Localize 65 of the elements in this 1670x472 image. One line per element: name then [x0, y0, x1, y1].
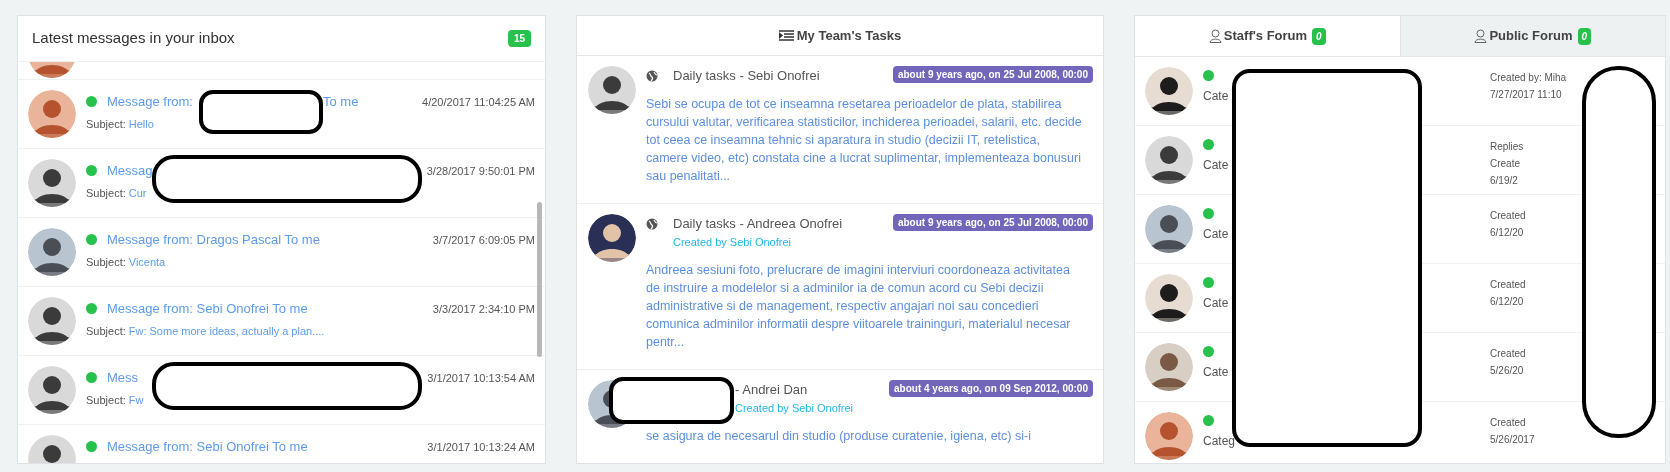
message-date: 3/28/2017 9:50:01 PM — [426, 164, 535, 179]
post-meta: 6/19/2 — [1490, 174, 1519, 188]
creator-link[interactable]: Created by Sebi Onofrei — [735, 402, 854, 414]
sender-link[interactable]: Message from: Dragos Pascal To me — [107, 230, 320, 250]
category-label: Cate — [1203, 157, 1230, 174]
subject-link[interactable]: Hello — [128, 115, 154, 132]
count-badge: 0 — [1312, 27, 1326, 45]
date-badge: about 9 years ago, on 25 Jul 2008, 00:00 — [892, 214, 1093, 231]
subject-label: Subject: — [86, 185, 126, 201]
post-meta: 5/26/2017 — [1490, 433, 1536, 447]
category-label: Cate — [1203, 364, 1230, 381]
sender-link[interactable]: Messag — [107, 161, 153, 181]
message-date: 3/1/2017 10:13:24 AM — [427, 440, 535, 455]
message-date: 3/1/2017 10:13:54 AM — [427, 371, 535, 386]
subject-link[interactable]: Cur — [128, 184, 147, 201]
post-meta: Replies — [1490, 140, 1525, 154]
list-icon — [778, 30, 794, 41]
user-icon — [1474, 29, 1488, 43]
forum-tab[interactable]: Public Forum 0 — [1399, 16, 1665, 56]
message-date: 3/7/2017 6:09:05 PM — [432, 233, 535, 248]
count-badge: 15 — [507, 30, 531, 47]
panel-title: Latest messages in your inbox — [32, 28, 235, 49]
subject-link[interactable]: Fw — [128, 391, 144, 408]
post-meta: Created — [1490, 209, 1527, 223]
user-icon — [1208, 29, 1222, 43]
message-date: 4/20/2017 11:04:25 AM — [422, 95, 535, 110]
category-label: Categ — [1203, 433, 1237, 450]
post-meta: Created — [1490, 278, 1527, 292]
sender-link[interactable]: Mess — [107, 368, 139, 388]
message-date: 3/3/2017 2:34:10 PM — [432, 302, 535, 317]
subject-link[interactable]: Fw: Some more ideas, actually a plan.... — [128, 322, 325, 339]
task-description: Andreea sesiuni foto, prelucrare de imagini interviuri coordoneaza activitatea de instruire a modelelor si a adminilor ia de comun acord cu Sebi decizii administrative si de management, respectiv angajari noi sau concedieri comunica adminilor informatii despre viitoarele traininguri, materialul necesar pentr... — [646, 262, 1072, 351]
count-badge: 0 — [1577, 27, 1592, 45]
subject-label: Subject: — [86, 116, 126, 132]
recipient-link[interactable]: To me — [323, 92, 359, 112]
subject-label: Subject: — [86, 392, 126, 408]
creator-link[interactable]: Created by Sebi Onofrei — [673, 236, 791, 248]
sender-link[interactable]: Message from: Sebi Onofrei To me — [107, 299, 308, 319]
post-meta: 6/12/20 — [1490, 226, 1525, 240]
globe-icon — [646, 218, 658, 230]
date-badge: about 4 years ago, on 09 Sep 2012, 00:00 — [889, 380, 1093, 397]
post-meta: Created by: Miha — [1490, 71, 1568, 85]
sender-link[interactable]: Message from: — [107, 92, 193, 112]
subject-link[interactable]: Vicenta — [128, 253, 166, 270]
subject-label: Subject: — [86, 323, 126, 339]
post-meta: 6/12/20 — [1490, 295, 1525, 309]
task-title: - Andrei Dan Created by Sebi Onofrei — [735, 381, 855, 416]
panel-title: My Team's Tasks — [796, 26, 902, 45]
task-description: Sebi se ocupa de tot ce inseamna resetarea perioadelor de plata, stabilirea cursului valutar, verificarea statisticilor, inchiderea perioadei, salarii, etc. decide tot ceea ce inseamna tehnic si aparatura in studio (decizii IT, retelistica, camere video, etc) constata cine a lucrat suplimentar, implementeaza bonusuri sau penalitati... — [646, 96, 1083, 185]
post-meta: Created — [1490, 347, 1527, 361]
date-badge: about 9 years ago, on 25 Jul 2008, 00:00 — [892, 66, 1093, 83]
subject-label: Subject: — [86, 254, 126, 270]
sender-link[interactable]: Message from: Sebi Onofrei To me — [107, 437, 308, 457]
task-title: Daily tasks - Sebi Onofrei — [673, 67, 820, 85]
task-title: Daily tasks - Andreea Onofrei Created by Sebi Onofrei — [673, 215, 844, 250]
post-meta: 7/27/2017 11:10 — [1490, 88, 1563, 102]
globe-icon — [646, 70, 658, 82]
category-label: Cate — [1203, 226, 1230, 243]
category-label: Cate — [1203, 295, 1230, 312]
post-meta: Create — [1490, 157, 1521, 171]
category-label: Cate — [1203, 88, 1230, 105]
post-meta: Created — [1490, 416, 1527, 430]
task-description: se asigura de necesarul din studio (produse curatenie, igiena, etc) si-i — [646, 428, 1032, 445]
post-meta: 5/26/20 — [1490, 364, 1525, 378]
scrollbar-thumb[interactable] — [537, 202, 542, 357]
